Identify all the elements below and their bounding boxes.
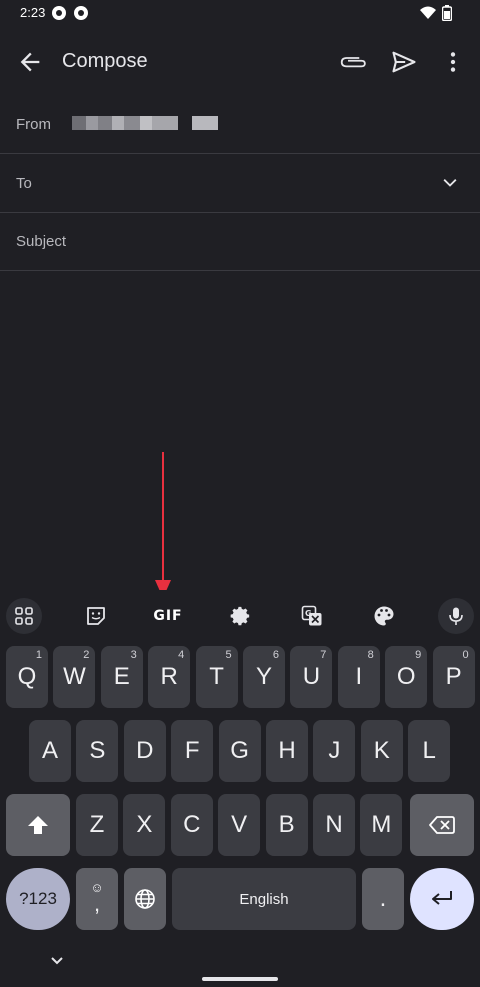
- more-options-icon[interactable]: [440, 48, 466, 76]
- mic-icon[interactable]: [438, 598, 474, 634]
- status-indicators: [420, 5, 452, 21]
- globe-icon: [135, 889, 155, 909]
- sticker-icon[interactable]: [78, 598, 114, 634]
- key-w[interactable]: W2: [53, 646, 96, 708]
- key-number-hint: 0: [462, 649, 469, 661]
- palette-icon[interactable]: [366, 598, 402, 634]
- comma-label: ,: [93, 891, 101, 916]
- key-label: W: [63, 663, 86, 690]
- key-label: U: [302, 663, 321, 690]
- key-label: I: [355, 663, 363, 690]
- key-label: T: [209, 663, 224, 690]
- key-label: Q: [17, 663, 37, 690]
- to-field[interactable]: To: [0, 155, 480, 213]
- status-bar: 2:23: [0, 0, 480, 26]
- key-v[interactable]: V: [218, 794, 261, 856]
- from-label: From: [16, 116, 51, 133]
- key-label: P: [445, 663, 462, 690]
- key-number-hint: 9: [415, 649, 422, 661]
- apps-icon[interactable]: [6, 598, 42, 634]
- key-number-hint: 5: [225, 649, 232, 661]
- enter-icon: [432, 891, 452, 905]
- key-label: E: [113, 663, 130, 690]
- key-o[interactable]: O9: [385, 646, 428, 708]
- send-icon[interactable]: [390, 48, 418, 76]
- notification-app-icon: [74, 6, 88, 20]
- subject-input[interactable]: Subject: [16, 233, 66, 250]
- gif-label: GIF: [153, 608, 183, 624]
- key-a[interactable]: A: [29, 720, 71, 782]
- attachment-icon[interactable]: [340, 48, 368, 76]
- hide-keyboard-chevron-icon[interactable]: [48, 952, 66, 970]
- key-number-hint: 3: [130, 649, 137, 661]
- key-number-hint: 7: [320, 649, 327, 661]
- enter-key[interactable]: [410, 868, 474, 930]
- space-key[interactable]: English: [172, 868, 356, 930]
- key-c[interactable]: C: [170, 794, 213, 856]
- period-key[interactable]: .: [362, 868, 404, 930]
- key-e[interactable]: E3: [100, 646, 143, 708]
- back-arrow-icon[interactable]: [16, 48, 44, 76]
- language-key[interactable]: [124, 868, 166, 930]
- key-n[interactable]: N: [313, 794, 355, 856]
- page-title: Compose: [62, 50, 148, 72]
- subject-field[interactable]: Subject: [0, 213, 480, 271]
- key-f[interactable]: F: [171, 720, 214, 782]
- key-label: O: [396, 663, 416, 690]
- key-s[interactable]: S: [76, 720, 119, 782]
- gif-button[interactable]: GIF: [150, 598, 186, 634]
- key-number-hint: 6: [272, 649, 279, 661]
- home-gesture-bar[interactable]: [202, 977, 278, 981]
- key-d[interactable]: D: [123, 720, 166, 782]
- shift-icon: [28, 816, 48, 834]
- symbols-key[interactable]: ?123: [6, 868, 70, 930]
- key-number-hint: 8: [367, 649, 374, 661]
- key-x[interactable]: X: [123, 794, 166, 856]
- key-i[interactable]: I8: [337, 646, 380, 708]
- key-t[interactable]: T5: [195, 646, 238, 708]
- key-p[interactable]: P0: [432, 646, 475, 708]
- key-number-hint: 2: [83, 649, 90, 661]
- status-time: 2:23: [20, 5, 46, 20]
- key-y[interactable]: Y6: [243, 646, 285, 708]
- key-r[interactable]: R4: [148, 646, 191, 708]
- svg-text:G: G: [305, 609, 312, 618]
- backspace-icon: [429, 816, 455, 834]
- keyboard-toolbar: GIF G: [0, 598, 480, 634]
- wifi-icon: [420, 6, 436, 19]
- app-bar: Compose: [0, 36, 480, 90]
- key-label: Y: [255, 663, 272, 690]
- key-h[interactable]: H: [266, 720, 308, 782]
- key-g[interactable]: G: [218, 720, 261, 782]
- from-field[interactable]: From: [0, 96, 480, 154]
- key-l[interactable]: L: [408, 720, 451, 782]
- emoji-comma-key[interactable]: ☺ ,: [76, 868, 118, 930]
- settings-icon[interactable]: [222, 598, 258, 634]
- chevron-down-icon[interactable]: [440, 173, 460, 193]
- keyboard: GIF G Q1W2E3R4T5Y6U7I8O9P0 ASDFGHJKL ZXC…: [0, 590, 480, 940]
- key-q[interactable]: Q1: [6, 646, 48, 708]
- key-number-hint: 1: [35, 649, 42, 661]
- annotation-arrow-icon: [155, 452, 171, 598]
- notification-app-icon: [52, 6, 66, 20]
- key-z[interactable]: Z: [76, 794, 118, 856]
- backspace-key[interactable]: [410, 794, 474, 856]
- key-b[interactable]: B: [265, 794, 308, 856]
- key-number-hint: 4: [178, 649, 185, 661]
- translate-icon[interactable]: G: [294, 598, 330, 634]
- key-label: R: [160, 663, 178, 690]
- to-label: To: [16, 175, 32, 192]
- key-j[interactable]: J: [313, 720, 356, 782]
- shift-key[interactable]: [6, 794, 70, 856]
- battery-icon: [442, 5, 452, 21]
- key-u[interactable]: U7: [290, 646, 333, 708]
- key-k[interactable]: K: [360, 720, 403, 782]
- redacted-sender-address: [72, 116, 218, 130]
- key-m[interactable]: M: [360, 794, 403, 856]
